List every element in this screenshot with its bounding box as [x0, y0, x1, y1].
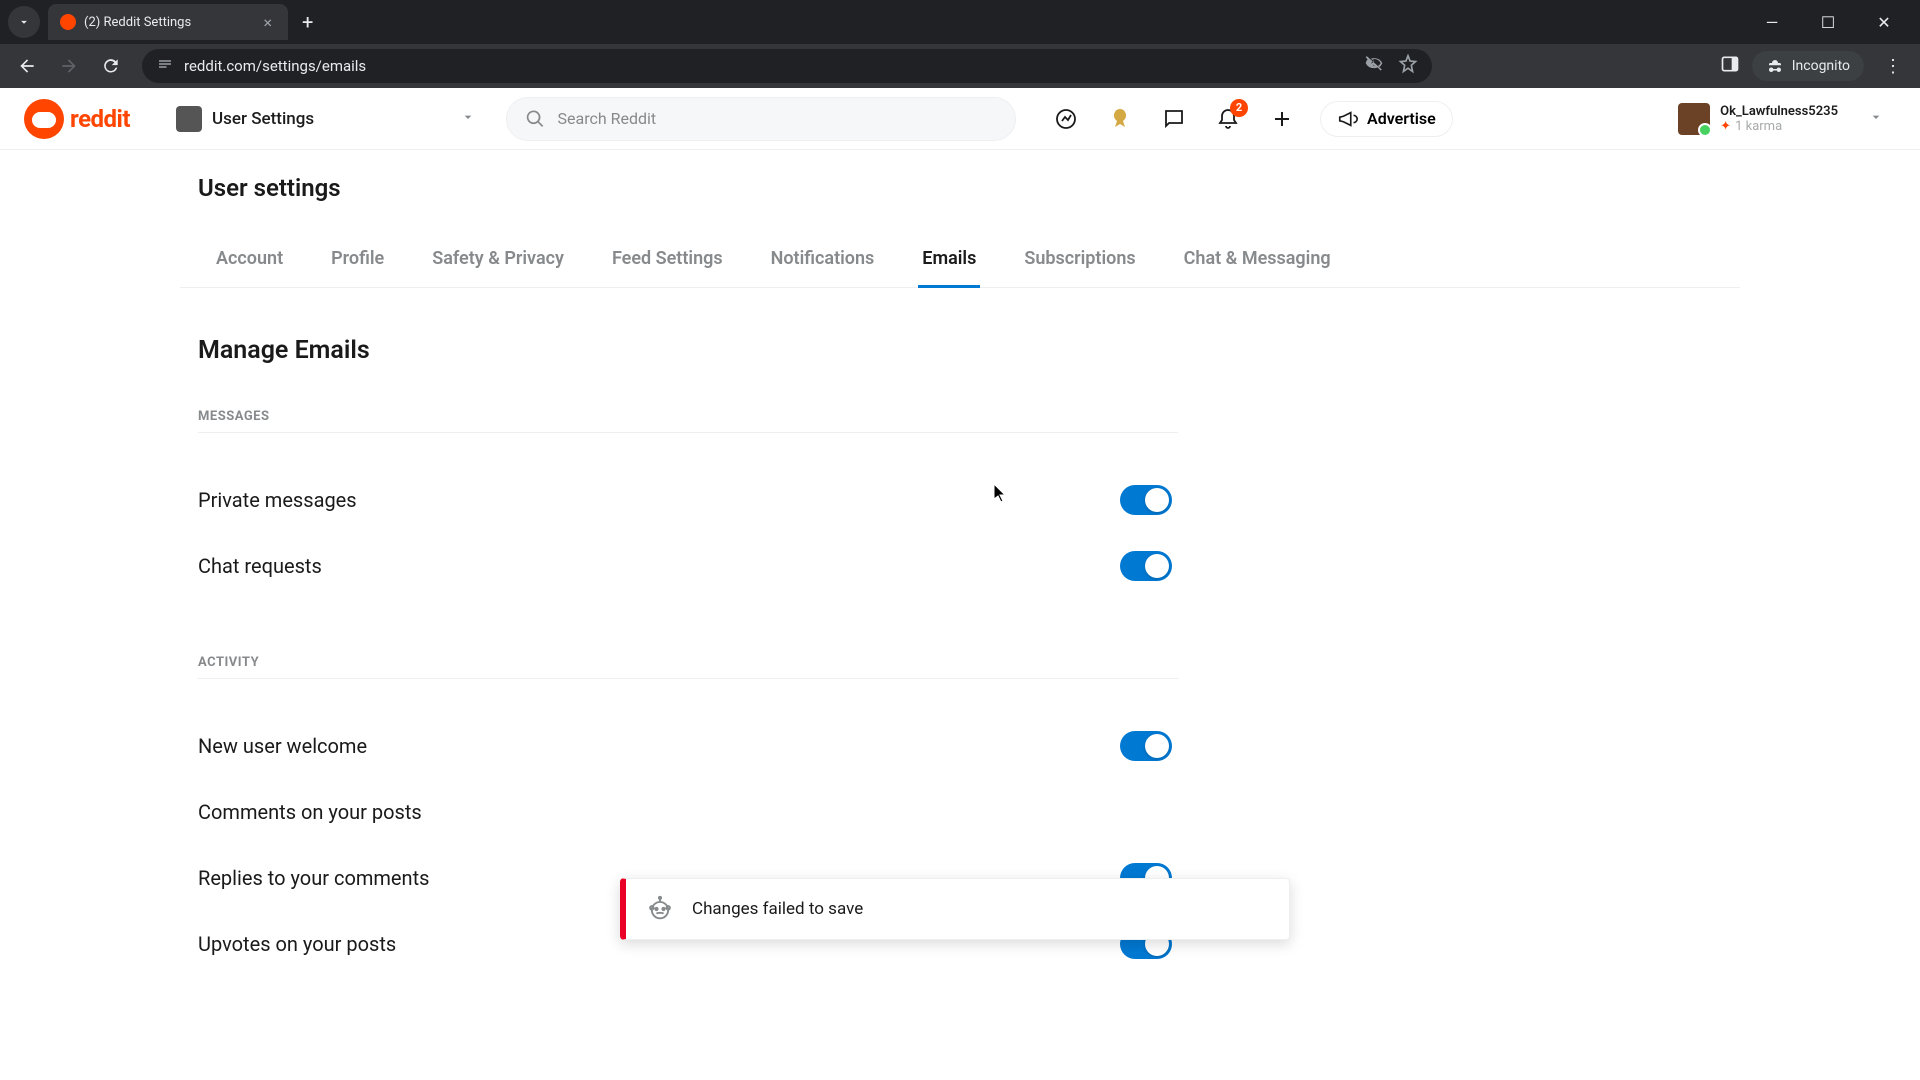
- address-bar-row: reddit.com/settings/emails Incognito ⋮: [0, 44, 1920, 88]
- advertise-label: Advertise: [1367, 109, 1436, 128]
- notification-badge: 2: [1230, 99, 1248, 117]
- setting-label: Chat requests: [198, 554, 322, 578]
- error-toast: Changes failed to save: [620, 878, 1290, 940]
- tab-chat-messaging[interactable]: Chat & Messaging: [1180, 236, 1335, 288]
- tab-bar: (2) Reddit Settings × + — ☐ ✕: [0, 0, 1920, 44]
- toast-message: Changes failed to save: [692, 899, 863, 919]
- reddit-wordmark: reddit: [70, 105, 130, 133]
- toggle-private-messages[interactable]: [1120, 485, 1172, 515]
- tab-subscriptions[interactable]: Subscriptions: [1020, 236, 1139, 288]
- chrome-menu-button[interactable]: ⋮: [1876, 56, 1910, 77]
- chevron-down-icon: [460, 109, 476, 129]
- reddit-sad-icon: [646, 895, 674, 923]
- user-avatar: [1678, 103, 1710, 135]
- header-icons: 2: [1048, 101, 1300, 137]
- search-icon: [525, 108, 545, 130]
- toggle-new-user-welcome[interactable]: [1120, 731, 1172, 761]
- tab-notifications[interactable]: Notifications: [767, 236, 879, 288]
- search-box[interactable]: [506, 97, 1016, 141]
- bookmark-star-icon[interactable]: [1398, 54, 1418, 78]
- tab-profile[interactable]: Profile: [327, 236, 388, 288]
- settings-tabs: Account Profile Safety & Privacy Feed Se…: [180, 236, 1740, 288]
- search-input[interactable]: [558, 109, 998, 128]
- setting-chat-requests: Chat requests: [180, 533, 1180, 599]
- tab-emails[interactable]: Emails: [918, 236, 980, 288]
- page-title: User settings: [198, 174, 1740, 202]
- user-name: Ok_Lawfulness5235: [1720, 104, 1838, 119]
- user-meta: Ok_Lawfulness5235 ✦ 1 karma: [1720, 104, 1838, 134]
- forward-button[interactable]: [52, 49, 86, 83]
- user-karma: ✦ 1 karma: [1720, 119, 1838, 134]
- community-dropdown[interactable]: User Settings: [166, 100, 486, 138]
- setting-label: New user welcome: [198, 734, 367, 758]
- window-controls: — ☐ ✕: [1754, 13, 1920, 32]
- setting-new-user-welcome: New user welcome: [180, 713, 1180, 779]
- browser-chrome: (2) Reddit Settings × + — ☐ ✕ reddit.com…: [0, 0, 1920, 88]
- chevron-down-icon: [1868, 109, 1884, 129]
- setting-label: Private messages: [198, 488, 357, 512]
- close-tab-button[interactable]: ×: [259, 13, 276, 32]
- reddit-favicon: [60, 14, 76, 30]
- url-text: reddit.com/settings/emails: [184, 57, 1354, 75]
- setting-label: Upvotes on your posts: [198, 932, 396, 956]
- setting-private-messages: Private messages: [180, 467, 1180, 533]
- karma-icon: ✦: [1720, 119, 1731, 134]
- group-label-activity: Activity: [198, 655, 1178, 679]
- reddit-mark-icon: [24, 99, 64, 139]
- maximize-button[interactable]: ☐: [1810, 13, 1846, 32]
- tab-account[interactable]: Account: [212, 236, 287, 288]
- eye-off-icon[interactable]: [1364, 54, 1384, 78]
- community-label: User Settings: [212, 109, 314, 129]
- user-menu[interactable]: Ok_Lawfulness5235 ✦ 1 karma: [1666, 99, 1896, 139]
- popular-icon[interactable]: [1048, 101, 1084, 137]
- tab-search-button[interactable]: [8, 6, 40, 38]
- site-info-icon[interactable]: [156, 55, 174, 77]
- community-avatar: [176, 106, 202, 132]
- tab-title: (2) Reddit Settings: [84, 15, 191, 30]
- setting-comments-on-posts: Comments on your posts: [180, 779, 1180, 845]
- close-window-button[interactable]: ✕: [1866, 13, 1902, 32]
- advertise-button[interactable]: Advertise: [1320, 101, 1453, 137]
- setting-label: Comments on your posts: [198, 800, 422, 824]
- incognito-label: Incognito: [1792, 58, 1850, 74]
- megaphone-icon: [1337, 108, 1359, 130]
- group-label-messages: Messages: [198, 409, 1178, 433]
- coins-icon[interactable]: [1102, 101, 1138, 137]
- minimize-button[interactable]: —: [1754, 13, 1790, 32]
- incognito-indicator[interactable]: Incognito: [1752, 51, 1864, 81]
- section-title: Manage Emails: [198, 336, 1740, 365]
- create-post-icon[interactable]: [1264, 101, 1300, 137]
- notifications-icon[interactable]: 2: [1210, 101, 1246, 137]
- reddit-logo[interactable]: reddit: [24, 99, 130, 139]
- chat-icon[interactable]: [1156, 101, 1192, 137]
- side-panel-icon[interactable]: [1720, 54, 1740, 78]
- setting-label: Replies to your comments: [198, 866, 429, 890]
- reload-button[interactable]: [94, 49, 128, 83]
- browser-tab[interactable]: (2) Reddit Settings ×: [48, 4, 288, 40]
- new-tab-button[interactable]: +: [288, 10, 327, 34]
- tab-feed-settings[interactable]: Feed Settings: [608, 236, 727, 288]
- toggle-chat-requests[interactable]: [1120, 551, 1172, 581]
- address-bar[interactable]: reddit.com/settings/emails: [142, 49, 1432, 83]
- reddit-header: reddit User Settings 2: [0, 88, 1920, 150]
- back-button[interactable]: [10, 49, 44, 83]
- tab-safety-privacy[interactable]: Safety & Privacy: [428, 236, 568, 288]
